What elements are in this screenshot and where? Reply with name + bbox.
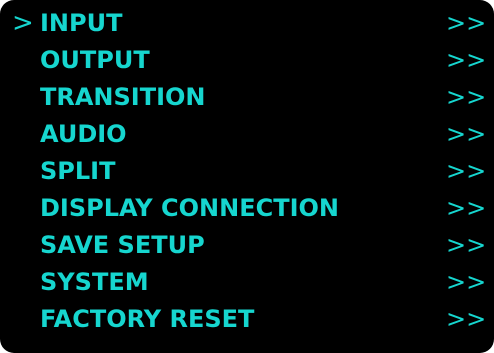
- menu-item-label: AUDIO: [40, 120, 127, 148]
- submenu-arrow-icon: >>: [446, 194, 487, 222]
- submenu-arrow-icon: >>: [446, 46, 487, 74]
- menu-item-label: SYSTEM: [40, 268, 149, 296]
- menu-item-input[interactable]: > INPUT >>: [0, 5, 494, 42]
- submenu-arrow-icon: >>: [446, 268, 487, 296]
- menu-item-label: FACTORY RESET: [40, 305, 255, 333]
- menu-item-label: OUTPUT: [40, 46, 150, 74]
- menu-item-split[interactable]: SPLIT >>: [0, 153, 494, 190]
- menu-item-label: TRANSITION: [40, 83, 206, 111]
- menu-item-label: SAVE SETUP: [40, 231, 205, 259]
- selection-cursor: >: [12, 8, 34, 38]
- submenu-arrow-icon: >>: [446, 120, 487, 148]
- menu-item-audio[interactable]: AUDIO >>: [0, 116, 494, 153]
- menu-item-label: SPLIT: [40, 157, 116, 185]
- menu-item-label: DISPLAY CONNECTION: [40, 194, 340, 222]
- menu-item-display-connection[interactable]: DISPLAY CONNECTION >>: [0, 190, 494, 227]
- submenu-arrow-icon: >>: [446, 9, 487, 37]
- main-menu: > INPUT >> OUTPUT >> TRANSITION >> AUDIO…: [0, 5, 494, 338]
- menu-item-label: INPUT: [40, 9, 123, 37]
- submenu-arrow-icon: >>: [446, 231, 487, 259]
- menu-item-output[interactable]: OUTPUT >>: [0, 42, 494, 79]
- menu-screen: > INPUT >> OUTPUT >> TRANSITION >> AUDIO…: [0, 0, 494, 353]
- menu-item-save-setup[interactable]: SAVE SETUP >>: [0, 227, 494, 264]
- submenu-arrow-icon: >>: [446, 83, 487, 111]
- submenu-arrow-icon: >>: [446, 157, 487, 185]
- submenu-arrow-icon: >>: [446, 305, 487, 333]
- menu-item-system[interactable]: SYSTEM >>: [0, 264, 494, 301]
- menu-item-factory-reset[interactable]: FACTORY RESET >>: [0, 301, 494, 338]
- menu-item-transition[interactable]: TRANSITION >>: [0, 79, 494, 116]
